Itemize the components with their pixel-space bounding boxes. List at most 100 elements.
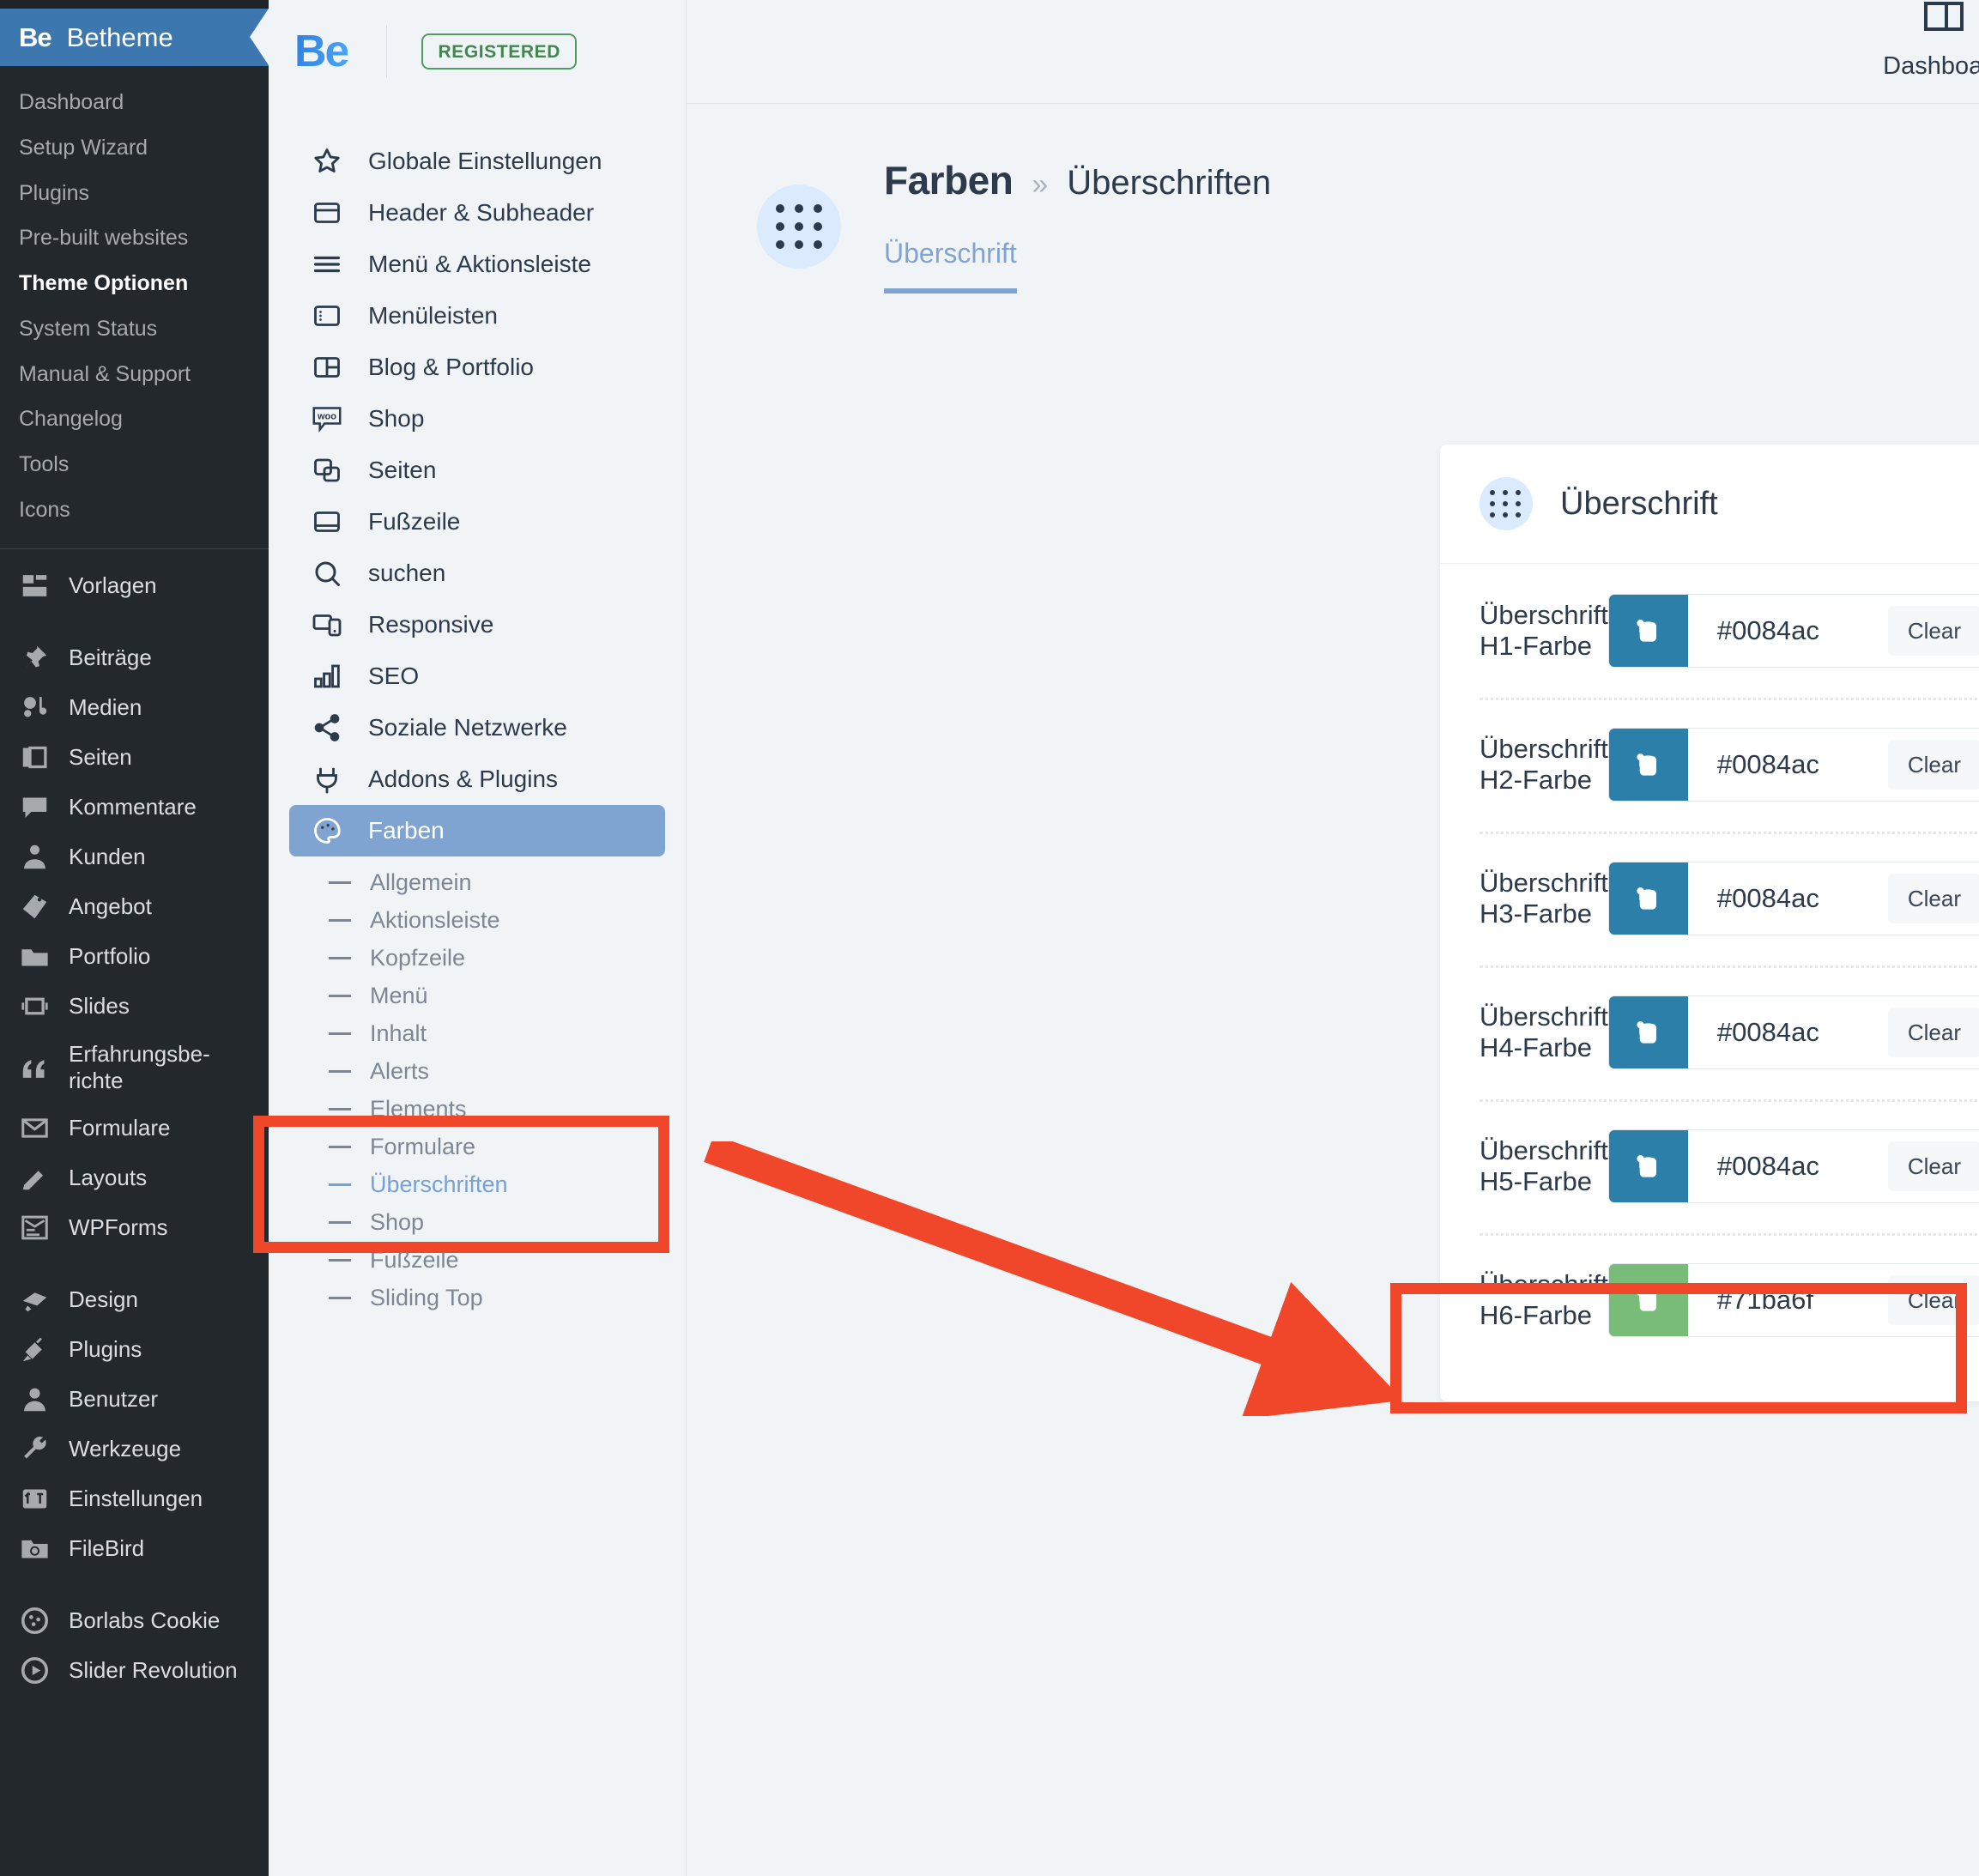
be-subnav-item[interactable]: Überschriften (269, 1165, 686, 1203)
paint-bucket-icon[interactable] (1608, 729, 1688, 801)
be-subnav-item[interactable]: Inhalt (269, 1014, 686, 1052)
color-picker-field[interactable]: #71ba6f Clear (1607, 1263, 1979, 1337)
wp-menu-item[interactable]: Slider Revolution (0, 1646, 269, 1696)
be-subnav-item[interactable]: Formulare (269, 1128, 686, 1165)
color-picker-field[interactable]: #0084ac Clear (1607, 594, 1979, 668)
clear-button[interactable]: Clear (1887, 740, 1979, 790)
betheme-submenu-item[interactable]: Setup Wizard (0, 125, 269, 171)
be-nav-item-seo[interactable]: SEO (289, 651, 665, 702)
be-subnav-item[interactable]: Elements (269, 1090, 686, 1128)
wp-menu-item[interactable]: Slides (0, 982, 269, 1032)
wp-menu-item[interactable]: Borlabs Cookie (0, 1596, 269, 1646)
borlabs-cookie-icon (19, 1606, 50, 1637)
be-nav-item-suchen[interactable]: suchen (289, 548, 665, 599)
be-nav-item-men-leisten[interactable]: Menüleisten (289, 290, 665, 342)
be-subnav-item-label: Shop (370, 1208, 425, 1235)
layout-columns-icon (310, 350, 344, 384)
betheme-submenu-item[interactable]: Tools (0, 442, 269, 487)
betheme-submenu-item[interactable]: Icons (0, 487, 269, 533)
be-nav-item-seiten[interactable]: Seiten (289, 445, 665, 496)
betheme-nav: Globale Einstellungen Header & Subheader M… (269, 103, 686, 856)
color-hex-value[interactable]: #0084ac (1688, 749, 1888, 780)
wp-menu-item[interactable]: Erfahrungsbe-richte (0, 1032, 269, 1104)
be-subnav-item[interactable]: Alerts (269, 1052, 686, 1090)
be-subnav-item[interactable]: Kopfzeile (269, 939, 686, 977)
clear-button[interactable]: Clear (1887, 874, 1979, 923)
be-nav-item-globale-einstellungen[interactable]: Globale Einstellungen (289, 136, 665, 187)
betheme-submenu-item[interactable]: Pre-built websites (0, 215, 269, 261)
wp-menu-item[interactable]: Angebot (0, 882, 269, 932)
be-subnav-item[interactable]: Allgemein (269, 863, 686, 901)
dashboard-panel-toggle[interactable]: Dashboard (1883, 0, 1979, 81)
color-setting-label: Überschrift H6-Farbe (1480, 1269, 1608, 1330)
hamburger-icon (310, 247, 344, 281)
wp-menu-item-label: Medien (69, 693, 142, 720)
dash-icon (329, 1296, 351, 1299)
drag-handle-icon[interactable] (757, 185, 841, 269)
betheme-submenu-item[interactable]: Changelog (0, 396, 269, 442)
color-picker-field[interactable]: #0084ac Clear (1607, 1129, 1979, 1203)
be-nav-item-blog-portfolio[interactable]: Blog & Portfolio (289, 342, 665, 393)
breadcrumb-parent[interactable]: Farben (884, 157, 1014, 203)
betheme-submenu-item[interactable]: Theme Optionen (0, 261, 269, 306)
clear-button[interactable]: Clear (1887, 606, 1979, 656)
color-picker-field[interactable]: #0084ac Clear (1607, 862, 1979, 935)
wp-menu-item-label: Vorlagen (69, 572, 157, 598)
wp-menu-item[interactable]: Werkzeuge (0, 1425, 269, 1474)
wp-menu-item[interactable]: Vorlagen (0, 561, 269, 611)
wp-menu-item[interactable]: Benutzer (0, 1375, 269, 1425)
color-picker-field[interactable]: #0084ac Clear (1607, 728, 1979, 802)
betheme-brand-header[interactable]: Be Betheme (0, 9, 269, 66)
betheme-submenu-item[interactable]: System Status (0, 306, 269, 352)
be-nav-item-addons-plugins[interactable]: Addons & Plugins (289, 753, 665, 805)
wp-menu-item[interactable]: Plugins (0, 1325, 269, 1375)
betheme-submenu-item[interactable]: Plugins (0, 171, 269, 216)
color-hex-value[interactable]: #0084ac (1688, 1017, 1888, 1048)
clear-button[interactable]: Clear (1887, 1275, 1979, 1325)
wp-menu-item[interactable]: Seiten (0, 733, 269, 783)
be-nav-item-farben[interactable]: Farben (289, 805, 665, 856)
be-nav-item-responsive[interactable]: Responsive (289, 599, 665, 651)
paint-bucket-icon[interactable] (1608, 595, 1688, 667)
betheme-submenu-item[interactable]: Dashboard (0, 80, 269, 125)
color-hex-value[interactable]: #0084ac (1688, 883, 1888, 914)
paint-bucket-icon[interactable] (1608, 996, 1688, 1068)
be-nav-item-header-subheader[interactable]: Header & Subheader (289, 187, 665, 239)
paint-bucket-icon[interactable] (1608, 862, 1688, 935)
betheme-submenu-item[interactable]: Manual & Support (0, 352, 269, 397)
color-picker-field[interactable]: #0084ac Clear (1607, 995, 1979, 1069)
color-hex-value[interactable]: #0084ac (1688, 615, 1888, 646)
dash-icon (329, 1145, 351, 1148)
color-hex-value[interactable]: #71ba6f (1688, 1285, 1888, 1316)
be-subnav-item[interactable]: Sliding Top (269, 1279, 686, 1316)
color-hex-value[interactable]: #0084ac (1688, 1151, 1888, 1182)
be-nav-item-fu-zeile[interactable]: Fußzeile (289, 496, 665, 548)
card-drag-handle-icon[interactable] (1480, 477, 1533, 530)
wp-menu-item[interactable]: Kommentare (0, 783, 269, 832)
wp-menu-item[interactable]: Layouts (0, 1153, 269, 1203)
paint-bucket-icon[interactable] (1608, 1264, 1688, 1336)
wp-menu-item[interactable]: Design (0, 1275, 269, 1325)
clear-button[interactable]: Clear (1887, 1141, 1979, 1191)
wp-menu-item[interactable]: Portfolio (0, 932, 269, 982)
wp-menu-item[interactable]: Medien (0, 683, 269, 733)
be-subnav-item[interactable]: Aktionsleiste (269, 901, 686, 939)
wp-menu-item[interactable]: Einstellungen (0, 1474, 269, 1524)
wp-menu-item[interactable]: WPForms (0, 1203, 269, 1253)
be-subnav-item[interactable]: Shop (269, 1203, 686, 1241)
wp-menu-item[interactable]: FileBird (0, 1524, 269, 1574)
tab-ueberschrift[interactable]: Überschrift (884, 238, 1017, 294)
wp-menu-item-label: Erfahrungsbe-richte (69, 1040, 210, 1093)
clear-button[interactable]: Clear (1887, 1008, 1979, 1057)
wp-menu-item[interactable]: Formulare (0, 1104, 269, 1153)
be-nav-item-soziale-netzwerke[interactable]: Soziale Netzwerke (289, 702, 665, 753)
be-nav-item-shop[interactable]: woo Shop (289, 393, 665, 445)
wp-menu-item[interactable]: Kunden (0, 832, 269, 882)
be-subnav-item[interactable]: Fußzeile (269, 1241, 686, 1279)
be-subnav-item-label: Überschriften (370, 1171, 508, 1197)
paint-bucket-icon[interactable] (1608, 1130, 1688, 1202)
be-nav-item-men-aktionsleiste[interactable]: Menü & Aktionsleiste (289, 239, 665, 290)
wp-menu-item[interactable]: Beiträge (0, 633, 269, 683)
be-subnav-item[interactable]: Menü (269, 977, 686, 1014)
registered-badge: REGISTERED (421, 33, 578, 70)
